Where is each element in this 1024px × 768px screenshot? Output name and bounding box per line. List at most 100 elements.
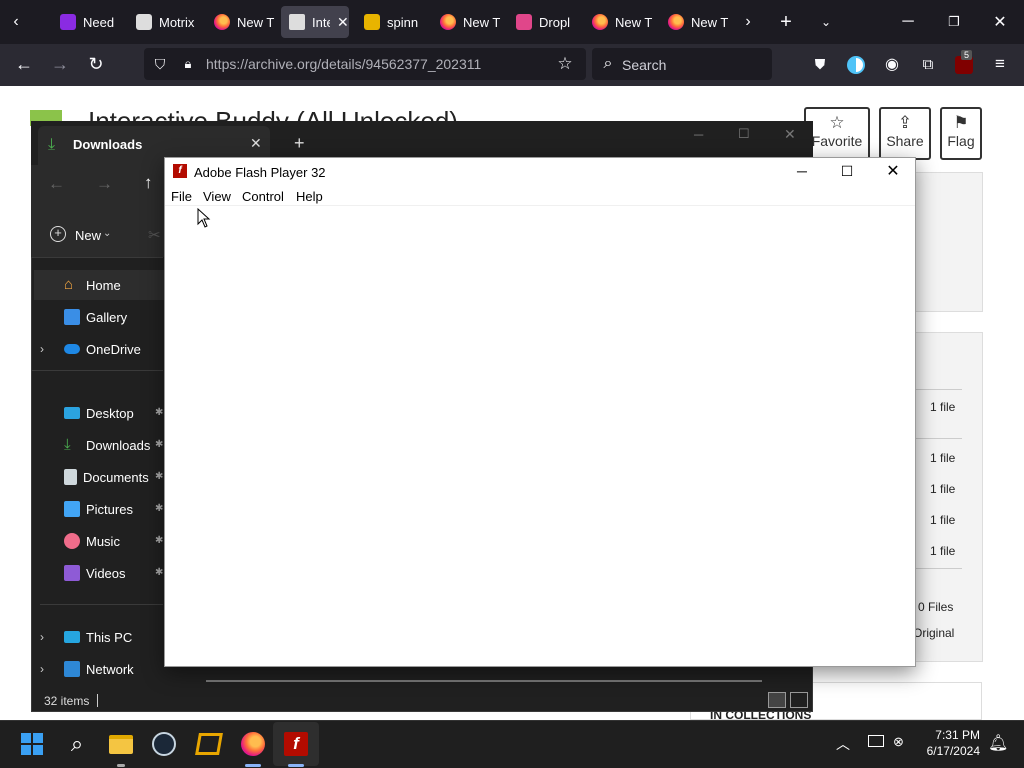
back-icon[interactable]: ← <box>48 174 65 194</box>
reload-icon[interactable]: ↻ <box>86 54 106 74</box>
pin-icon[interactable]: ✱ <box>155 471 163 482</box>
menu-hamburger-icon[interactable]: ≡ <box>990 54 1010 74</box>
new-plus-icon: + <box>50 226 66 242</box>
tab-label: New T <box>237 14 275 30</box>
browser-tab-active[interactable]: Inte ✕ <box>281 6 349 38</box>
total-files[interactable]: 0 Files <box>918 600 953 614</box>
browser-tab[interactable]: Need <box>52 6 124 38</box>
list-tabs-icon[interactable]: ⌄ <box>816 12 836 32</box>
account-icon[interactable]: ◉ <box>882 54 902 74</box>
app-taskbar-button[interactable] <box>193 728 225 760</box>
tiles-view-icon[interactable] <box>790 692 808 708</box>
file-explorer-taskbar-button[interactable] <box>105 728 137 760</box>
sidebar-item-pictures[interactable]: Pictures <box>34 494 164 524</box>
divider <box>40 604 163 605</box>
new-tab-icon[interactable]: + <box>776 11 796 33</box>
close-tab-icon[interactable]: ✕ <box>250 135 262 152</box>
dark-reader-icon[interactable] <box>847 56 865 74</box>
search-icon[interactable]: ⌕ <box>61 728 93 760</box>
browser-tab[interactable]: spinn <box>356 6 426 38</box>
show-hidden-icons-chevron-icon[interactable]: ︿ <box>836 734 850 754</box>
new-tab-icon[interactable]: + <box>294 133 305 154</box>
file-count[interactable]: 1 file <box>930 482 955 496</box>
extensions-icon[interactable]: ⧉ <box>918 54 938 74</box>
close-window-icon[interactable]: ✕ <box>990 12 1010 32</box>
pin-icon[interactable]: ✱ <box>155 567 163 578</box>
firefox-favicon-icon <box>592 14 608 30</box>
pin-icon[interactable]: ✱ <box>155 503 163 514</box>
forward-icon[interactable]: → <box>96 174 113 194</box>
forward-icon[interactable]: → <box>50 54 70 74</box>
document-icon <box>64 469 77 485</box>
sidebar-item-documents[interactable]: Documents <box>34 462 164 492</box>
back-icon[interactable]: ← <box>14 54 34 74</box>
menu-help[interactable]: Help <box>296 189 323 204</box>
sidebar-item-desktop[interactable]: Desktop <box>34 398 164 428</box>
search-placeholder[interactable]: Search <box>622 57 666 73</box>
menu-view[interactable]: View <box>203 189 231 204</box>
browser-tab[interactable]: New T <box>584 6 656 38</box>
bookmark-star-icon[interactable]: ☆ <box>555 54 575 74</box>
tab-scroll-right-icon[interactable]: › <box>738 12 758 32</box>
sidebar-item-music[interactable]: Music <box>34 526 164 556</box>
favorite-button[interactable]: ☆ Favorite <box>804 107 870 160</box>
browser-tab[interactable]: Dropl <box>508 6 578 38</box>
lock-icon[interactable]: 🔒︎ <box>178 54 198 74</box>
sidebar-item-network[interactable]: Network <box>34 654 164 684</box>
shield-icon[interactable]: ⛉ <box>150 54 170 74</box>
browser-tab[interactable]: New T <box>432 6 502 38</box>
flag-button[interactable]: ⚑ Flag <box>940 107 982 160</box>
status-divider <box>97 694 98 707</box>
close-tab-icon[interactable]: ✕ <box>337 14 349 31</box>
close-window-icon[interactable]: ✕ <box>784 126 796 143</box>
maximize-icon[interactable]: ☐ <box>738 126 750 142</box>
new-button[interactable]: New <box>75 228 101 243</box>
flash-content-area[interactable] <box>165 206 915 666</box>
clock-date[interactable]: 6/17/2024 <box>920 744 980 758</box>
network-disconnected-icon[interactable]: ⊗ <box>893 734 904 750</box>
sidebar-item-label: Documents <box>83 469 149 485</box>
chevron-down-icon[interactable]: ⌄ <box>103 228 111 239</box>
pocket-icon[interactable]: ⛊ <box>810 54 830 74</box>
sidebar-item-onedrive[interactable]: OneDrive <box>34 334 164 364</box>
browser-tab[interactable]: Motrix <box>128 6 204 38</box>
sidebar-item-gallery[interactable]: Gallery <box>34 302 164 332</box>
cut-icon[interactable]: ✂ <box>148 226 161 244</box>
minimize-icon[interactable]: ─ <box>898 12 918 32</box>
maximize-icon[interactable]: ☐ <box>825 157 869 185</box>
file-count[interactable]: 1 file <box>930 451 955 465</box>
sidebar-item-label: Gallery <box>86 309 128 325</box>
url-text[interactable]: https://archive.org/details/94562377_202… <box>206 56 481 72</box>
clock-time[interactable]: 7:31 PM <box>934 728 980 742</box>
details-view-icon[interactable] <box>768 692 786 708</box>
steam-taskbar-button[interactable] <box>148 728 180 760</box>
browser-tab[interactable]: New T <box>660 6 732 38</box>
file-count[interactable]: 1 file <box>930 513 955 527</box>
notification-bell-icon[interactable]: 🔔︎ <box>988 733 1008 753</box>
start-button[interactable] <box>16 728 48 760</box>
display-icon[interactable] <box>868 735 884 747</box>
sidebar-item-videos[interactable]: Videos <box>34 558 164 588</box>
close-window-icon[interactable]: ✕ <box>871 157 915 185</box>
sidebar-item-downloads[interactable]: ⤓ Downloads <box>34 430 164 460</box>
restore-icon[interactable]: ❐ <box>944 12 964 32</box>
up-icon[interactable]: ↑ <box>144 173 153 193</box>
search-bar[interactable] <box>592 48 772 80</box>
tab-scroll-left-icon[interactable]: ‹ <box>6 12 26 32</box>
share-button[interactable]: ⇪ Share <box>879 107 931 160</box>
file-count[interactable]: 1 file <box>930 400 955 414</box>
pin-icon[interactable]: ✱ <box>155 535 163 546</box>
sidebar-item-home[interactable]: ⌂ Home <box>34 270 164 300</box>
menu-file[interactable]: File <box>171 189 192 204</box>
pin-icon[interactable]: ✱ <box>155 439 163 450</box>
firefox-taskbar-button[interactable] <box>237 728 269 760</box>
flash-taskbar-button[interactable]: f <box>280 728 312 760</box>
minimize-icon[interactable]: ─ <box>780 157 824 185</box>
minimize-icon[interactable]: ─ <box>694 127 703 142</box>
sidebar-item-this-pc[interactable]: This PC <box>34 622 164 652</box>
menu-control[interactable]: Control <box>242 189 284 204</box>
horizontal-scrollbar[interactable] <box>206 680 762 682</box>
pin-icon[interactable]: ✱ <box>155 407 163 418</box>
browser-tab[interactable]: New T <box>206 6 276 38</box>
file-count[interactable]: 1 file <box>930 544 955 558</box>
